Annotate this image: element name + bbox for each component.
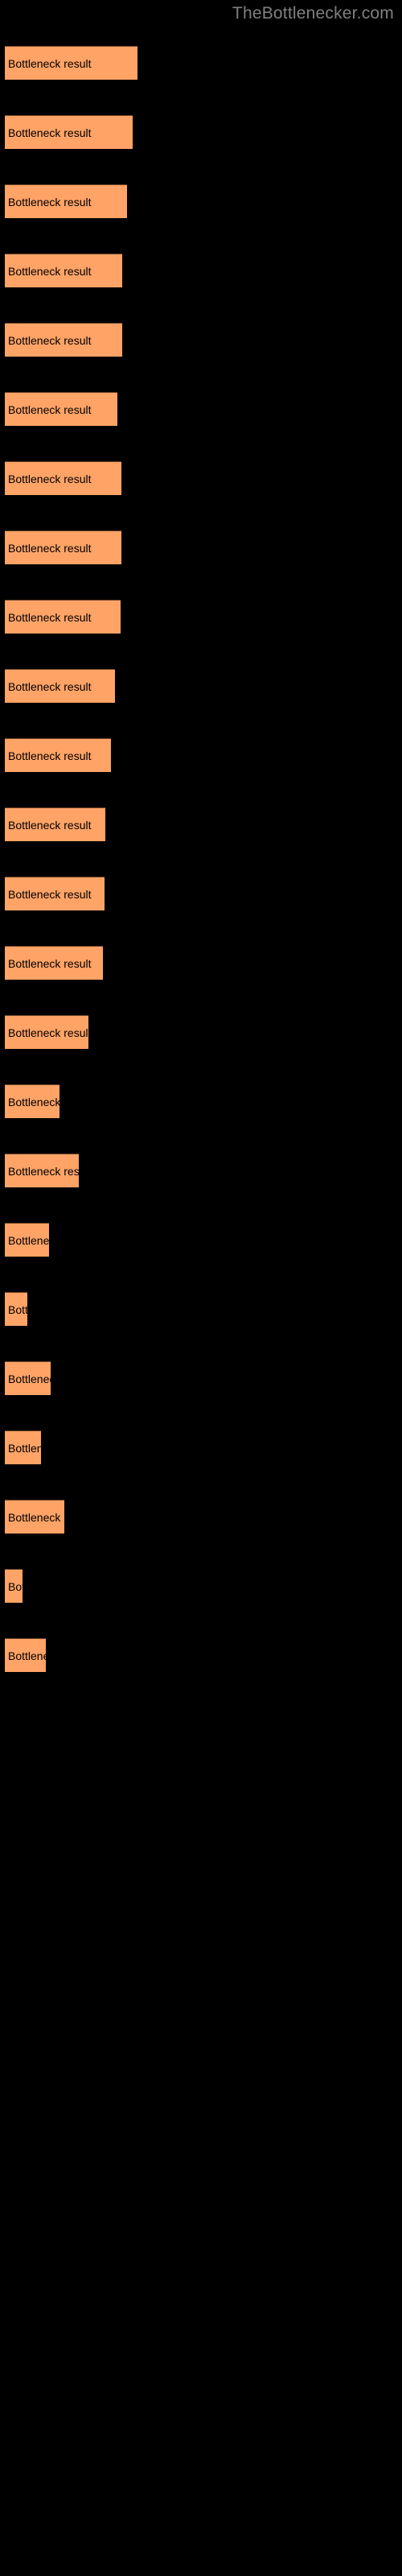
bar[interactable]: Bottleneck result bbox=[5, 1084, 59, 1118]
bar-row: Bottleneck result bbox=[0, 1569, 402, 1604]
bar[interactable]: Bottleneck result bbox=[5, 1500, 64, 1534]
bar-label: Bottleneck result bbox=[8, 541, 92, 555]
bar-row: Bottleneck result bbox=[0, 738, 402, 774]
bar-row: Bottleneck result bbox=[0, 184, 402, 220]
bar-label: Bottleneck result bbox=[8, 1026, 88, 1039]
bar[interactable]: Bottleneck result bbox=[5, 600, 121, 634]
bar-row: Bottleneck result bbox=[0, 115, 402, 151]
bar[interactable]: Bottleneck result bbox=[5, 946, 103, 980]
bar[interactable]: Bottleneck result bbox=[5, 738, 111, 772]
bar-label: Bottleneck result bbox=[8, 56, 92, 70]
bar[interactable]: Bottleneck result bbox=[5, 392, 117, 426]
bar[interactable]: Bottleneck result bbox=[5, 1154, 79, 1187]
bar-row: Bottleneck result bbox=[0, 392, 402, 427]
bar[interactable]: Bottleneck result bbox=[5, 1015, 88, 1049]
bar-label: Bottleneck result bbox=[8, 610, 92, 624]
bar-label: Bottleneck result bbox=[8, 1302, 27, 1316]
bar[interactable]: Bottleneck result bbox=[5, 669, 115, 703]
bar[interactable]: Bottleneck result bbox=[5, 254, 122, 287]
bar-row: Bottleneck result bbox=[0, 946, 402, 981]
bar[interactable]: Bottleneck result bbox=[5, 1638, 46, 1672]
bar-label: Bottleneck result bbox=[8, 1372, 51, 1385]
bar-label: Bottleneck result bbox=[8, 195, 92, 208]
bar-row: Bottleneck result bbox=[0, 1361, 402, 1397]
bar-row: Bottleneck result bbox=[0, 46, 402, 81]
bar[interactable]: Bottleneck result bbox=[5, 184, 127, 218]
bar-row: Bottleneck result bbox=[0, 1430, 402, 1466]
bar-row: Bottleneck result bbox=[0, 669, 402, 704]
bar-chart: Bottleneck result Bottleneck result Bottle… bbox=[0, 0, 402, 2576]
bar-row: Bottleneck result bbox=[0, 1084, 402, 1120]
bar-row: Bottleneck result bbox=[0, 1015, 402, 1051]
bar-label: Bottleneck result bbox=[8, 749, 92, 762]
bar-row: Bottleneck result bbox=[0, 1500, 402, 1535]
bar-label: Bottleneck result bbox=[8, 1510, 64, 1524]
bar-label: Bottleneck result bbox=[8, 1233, 49, 1247]
bar[interactable]: Bottleneck result bbox=[5, 530, 121, 564]
bar-row: Bottleneck result bbox=[0, 877, 402, 912]
bar-row: Bottleneck result bbox=[0, 1223, 402, 1258]
bar-label: Bottleneck result bbox=[8, 264, 92, 278]
bar-label: Bottleneck result bbox=[8, 333, 92, 347]
bar-label: Bottleneck result bbox=[8, 1095, 59, 1108]
bar[interactable]: Bottleneck result bbox=[5, 461, 121, 495]
bar-row: Bottleneck result bbox=[0, 1292, 402, 1327]
bar-row: Bottleneck result bbox=[0, 323, 402, 358]
bar[interactable]: Bottleneck result bbox=[5, 1292, 27, 1326]
bar[interactable]: Bottleneck result bbox=[5, 1223, 49, 1257]
bar-label: Bottleneck result bbox=[8, 1441, 41, 1455]
bar-label: Bottleneck result bbox=[8, 472, 92, 485]
bar-row: Bottleneck result bbox=[0, 807, 402, 843]
bar-label: Bottleneck result bbox=[8, 679, 92, 693]
bar-row: Bottleneck result bbox=[0, 1154, 402, 1189]
bar-label: Bottleneck result bbox=[8, 1579, 23, 1593]
bar[interactable]: Bottleneck result bbox=[5, 1430, 41, 1464]
bar[interactable]: Bottleneck result bbox=[5, 807, 105, 841]
bar[interactable]: Bottleneck result bbox=[5, 46, 137, 80]
bar-label: Bottleneck result bbox=[8, 956, 92, 970]
bar-row: Bottleneck result bbox=[0, 530, 402, 566]
bar-label: Bottleneck result bbox=[8, 126, 92, 139]
bar-label: Bottleneck result bbox=[8, 887, 92, 901]
bottleneck-chart-page: TheBottlenecker.com Bottleneck result Bot… bbox=[0, 0, 402, 2576]
bar[interactable]: Bottleneck result bbox=[5, 877, 105, 910]
bar-row: Bottleneck result bbox=[0, 461, 402, 497]
bar-label: Bottleneck result bbox=[8, 818, 92, 832]
bar[interactable]: Bottleneck result bbox=[5, 115, 133, 149]
bar-label: Bottleneck result bbox=[8, 402, 92, 416]
bar[interactable]: Bottleneck result bbox=[5, 1569, 23, 1603]
bar-row: Bottleneck result bbox=[0, 254, 402, 289]
bar-label: Bottleneck result bbox=[8, 1164, 79, 1178]
bar-row: Bottleneck result bbox=[0, 1638, 402, 1674]
bar-row: Bottleneck result bbox=[0, 600, 402, 635]
bar[interactable]: Bottleneck result bbox=[5, 1361, 51, 1395]
bar-label: Bottleneck result bbox=[8, 1649, 46, 1662]
bar[interactable]: Bottleneck result bbox=[5, 323, 122, 357]
